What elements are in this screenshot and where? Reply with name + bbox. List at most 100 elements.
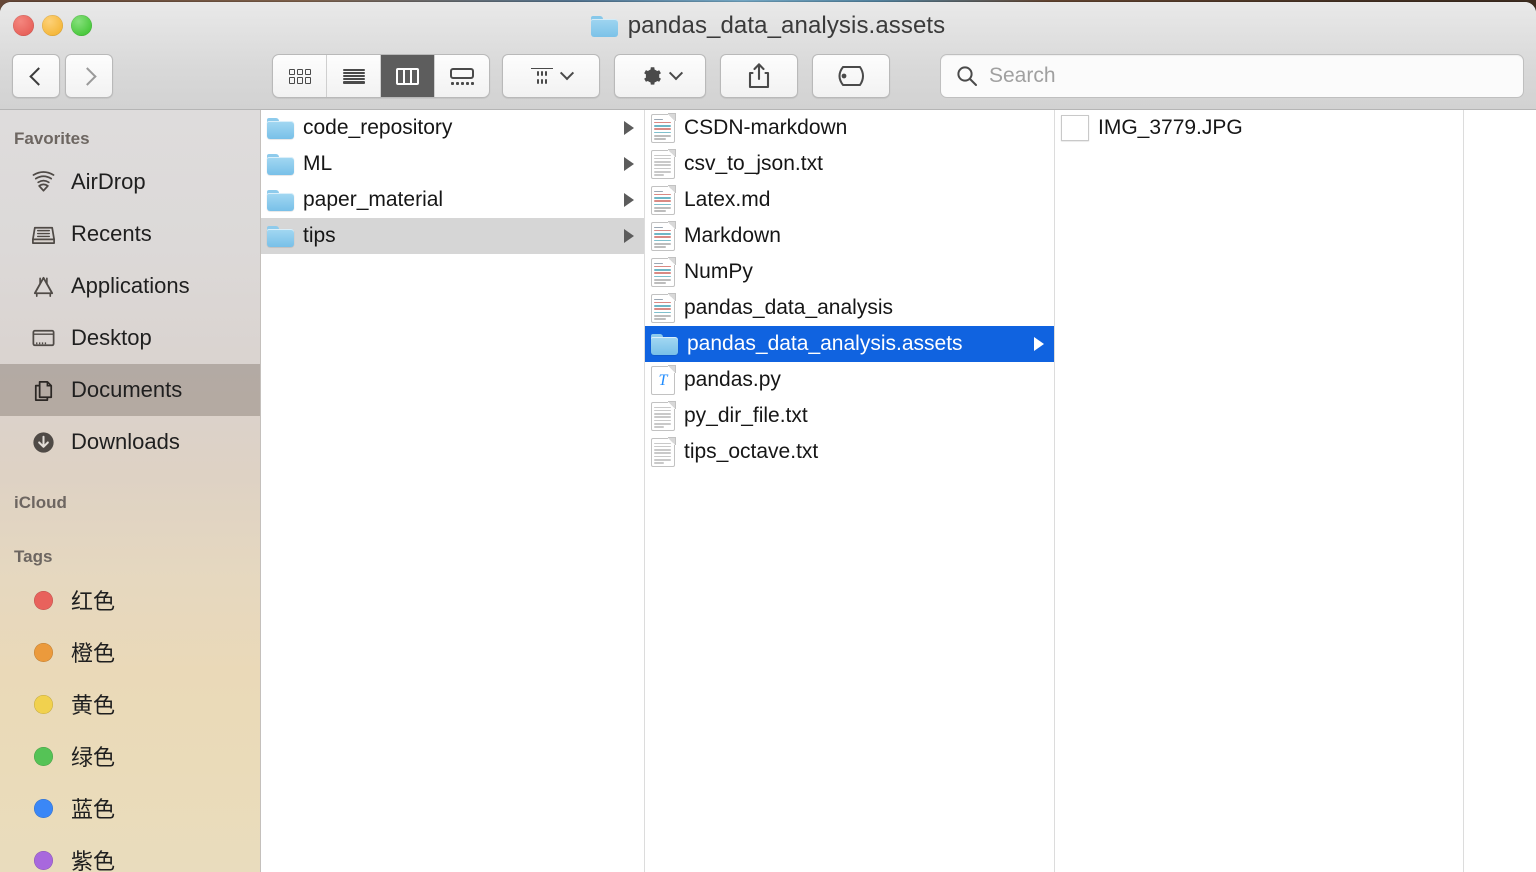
list-item[interactable]: Markdown xyxy=(645,218,1054,254)
tag-dot-icon xyxy=(28,585,58,615)
sidebar-item-applications[interactable]: Applications xyxy=(0,260,260,312)
sidebar-item-tag-purple[interactable]: 紫色 xyxy=(0,834,260,872)
list-item[interactable]: IMG_3779.JPG xyxy=(1055,110,1463,146)
view-mode-list-button[interactable] xyxy=(327,55,381,97)
item-name: Markdown xyxy=(684,224,781,247)
navigation-buttons xyxy=(12,54,113,98)
list-item[interactable]: py_dir_file.txt xyxy=(645,398,1054,434)
view-mode-segmented-control xyxy=(272,54,490,98)
sidebar-item-label: Recents xyxy=(71,221,152,246)
view-mode-icon-button[interactable] xyxy=(273,55,327,97)
view-mode-column-button[interactable] xyxy=(381,55,435,97)
list-item[interactable]: pandas_data_analysis xyxy=(645,290,1054,326)
document-icon xyxy=(651,112,676,143)
sidebar-item-airdrop[interactable]: AirDrop xyxy=(0,156,260,208)
sidebar-item-label: 紫色 xyxy=(71,849,116,872)
sidebar-item-label: 红色 xyxy=(71,589,116,614)
document-icon xyxy=(651,292,676,323)
gallery-icon xyxy=(450,67,474,85)
columns-icon xyxy=(396,67,419,85)
share-button[interactable] xyxy=(720,54,798,98)
toolbar: pandas_data_analysis.assets Search xyxy=(0,2,1536,110)
edit-tags-button[interactable] xyxy=(812,54,890,98)
tag-dot-icon xyxy=(28,637,58,667)
sidebar-item-label: 蓝色 xyxy=(71,797,116,822)
sidebar-item-tag-red[interactable]: 红色 xyxy=(0,574,260,626)
item-name: paper_material xyxy=(303,188,444,211)
column-3: IMG_3779.JPG xyxy=(1055,110,1464,872)
gear-icon xyxy=(644,67,661,85)
list-item[interactable]: ML xyxy=(261,146,644,182)
list-item[interactable]: csv_to_json.txt xyxy=(645,146,1054,182)
action-menu-button[interactable] xyxy=(614,54,706,98)
search-field[interactable]: Search xyxy=(940,54,1524,98)
chevron-right-icon xyxy=(77,66,97,86)
list-icon xyxy=(342,68,365,84)
list-item[interactable]: paper_material xyxy=(261,182,644,218)
column-4 xyxy=(1464,110,1536,872)
tag-dot-icon xyxy=(28,845,58,872)
document-icon xyxy=(651,220,676,251)
airdrop-icon xyxy=(28,167,58,197)
list-item[interactable]: T pandas.py xyxy=(645,362,1054,398)
list-item[interactable]: code_repository xyxy=(261,110,644,146)
disclosure-arrow-icon[interactable] xyxy=(1034,337,1044,351)
item-name: code_repository xyxy=(303,116,453,139)
item-name: pandas_data_analysis.assets xyxy=(687,332,963,355)
disclosure-arrow-icon[interactable] xyxy=(624,157,634,171)
text-document-icon xyxy=(651,436,676,467)
group-icon xyxy=(531,68,553,84)
disclosure-arrow-icon[interactable] xyxy=(624,193,634,207)
view-mode-gallery-button[interactable] xyxy=(435,55,489,97)
disclosure-arrow-icon[interactable] xyxy=(624,121,634,135)
folder-icon xyxy=(267,117,294,139)
sidebar-item-documents[interactable]: Documents xyxy=(0,364,260,416)
list-item[interactable]: CSDN-markdown xyxy=(645,110,1054,146)
sidebar: Favorites AirDrop Recents Applications D… xyxy=(0,110,261,872)
list-item[interactable]: Latex.md xyxy=(645,182,1054,218)
item-name: IMG_3779.JPG xyxy=(1098,116,1243,139)
sidebar-item-label: 黄色 xyxy=(71,693,116,718)
desktop-icon xyxy=(28,323,58,353)
folder-icon xyxy=(267,189,294,211)
group-items-button[interactable] xyxy=(502,54,600,98)
sidebar-item-tag-green[interactable]: 绿色 xyxy=(0,730,260,782)
document-icon xyxy=(651,256,676,287)
folder-icon xyxy=(590,15,618,37)
sidebar-item-tag-orange[interactable]: 橙色 xyxy=(0,626,260,678)
list-item[interactable]: NumPy xyxy=(645,254,1054,290)
folder-icon xyxy=(651,333,678,355)
search-placeholder: Search xyxy=(989,64,1056,87)
disclosure-arrow-icon[interactable] xyxy=(624,229,634,243)
back-button[interactable] xyxy=(12,54,60,98)
sidebar-item-desktop[interactable]: Desktop xyxy=(0,312,260,364)
sidebar-section-favorites: Favorites xyxy=(14,129,90,148)
item-name: tips xyxy=(303,224,336,247)
share-icon xyxy=(748,63,770,89)
sidebar-item-recents[interactable]: Recents xyxy=(0,208,260,260)
sidebar-item-label: 橙色 xyxy=(71,641,116,666)
chevron-down-icon xyxy=(668,66,684,81)
list-item-selected[interactable]: tips xyxy=(261,218,644,254)
sidebar-item-tag-yellow[interactable]: 黄色 xyxy=(0,678,260,730)
tag-icon xyxy=(838,66,864,86)
item-name: py_dir_file.txt xyxy=(684,404,808,427)
chevron-left-icon xyxy=(28,66,48,86)
list-item[interactable]: tips_octave.txt xyxy=(645,434,1054,470)
sidebar-item-downloads[interactable]: Downloads xyxy=(0,416,260,468)
list-item-selected[interactable]: pandas_data_analysis.assets xyxy=(645,326,1054,362)
sidebar-item-tag-blue[interactable]: 蓝色 xyxy=(0,782,260,834)
forward-button[interactable] xyxy=(65,54,113,98)
python-document-icon: T xyxy=(651,364,676,395)
item-name: tips_octave.txt xyxy=(684,440,819,463)
tag-dot-icon xyxy=(28,793,58,823)
grid-icon xyxy=(288,68,311,84)
text-document-icon xyxy=(651,148,676,179)
folder-icon xyxy=(267,153,294,175)
image-thumbnail-icon xyxy=(1061,115,1089,141)
sidebar-item-label: 绿色 xyxy=(71,745,116,770)
sidebar-section-icloud: iCloud xyxy=(14,493,67,512)
tag-dot-icon xyxy=(28,689,58,719)
applications-icon xyxy=(28,271,58,301)
text-document-icon xyxy=(651,400,676,431)
